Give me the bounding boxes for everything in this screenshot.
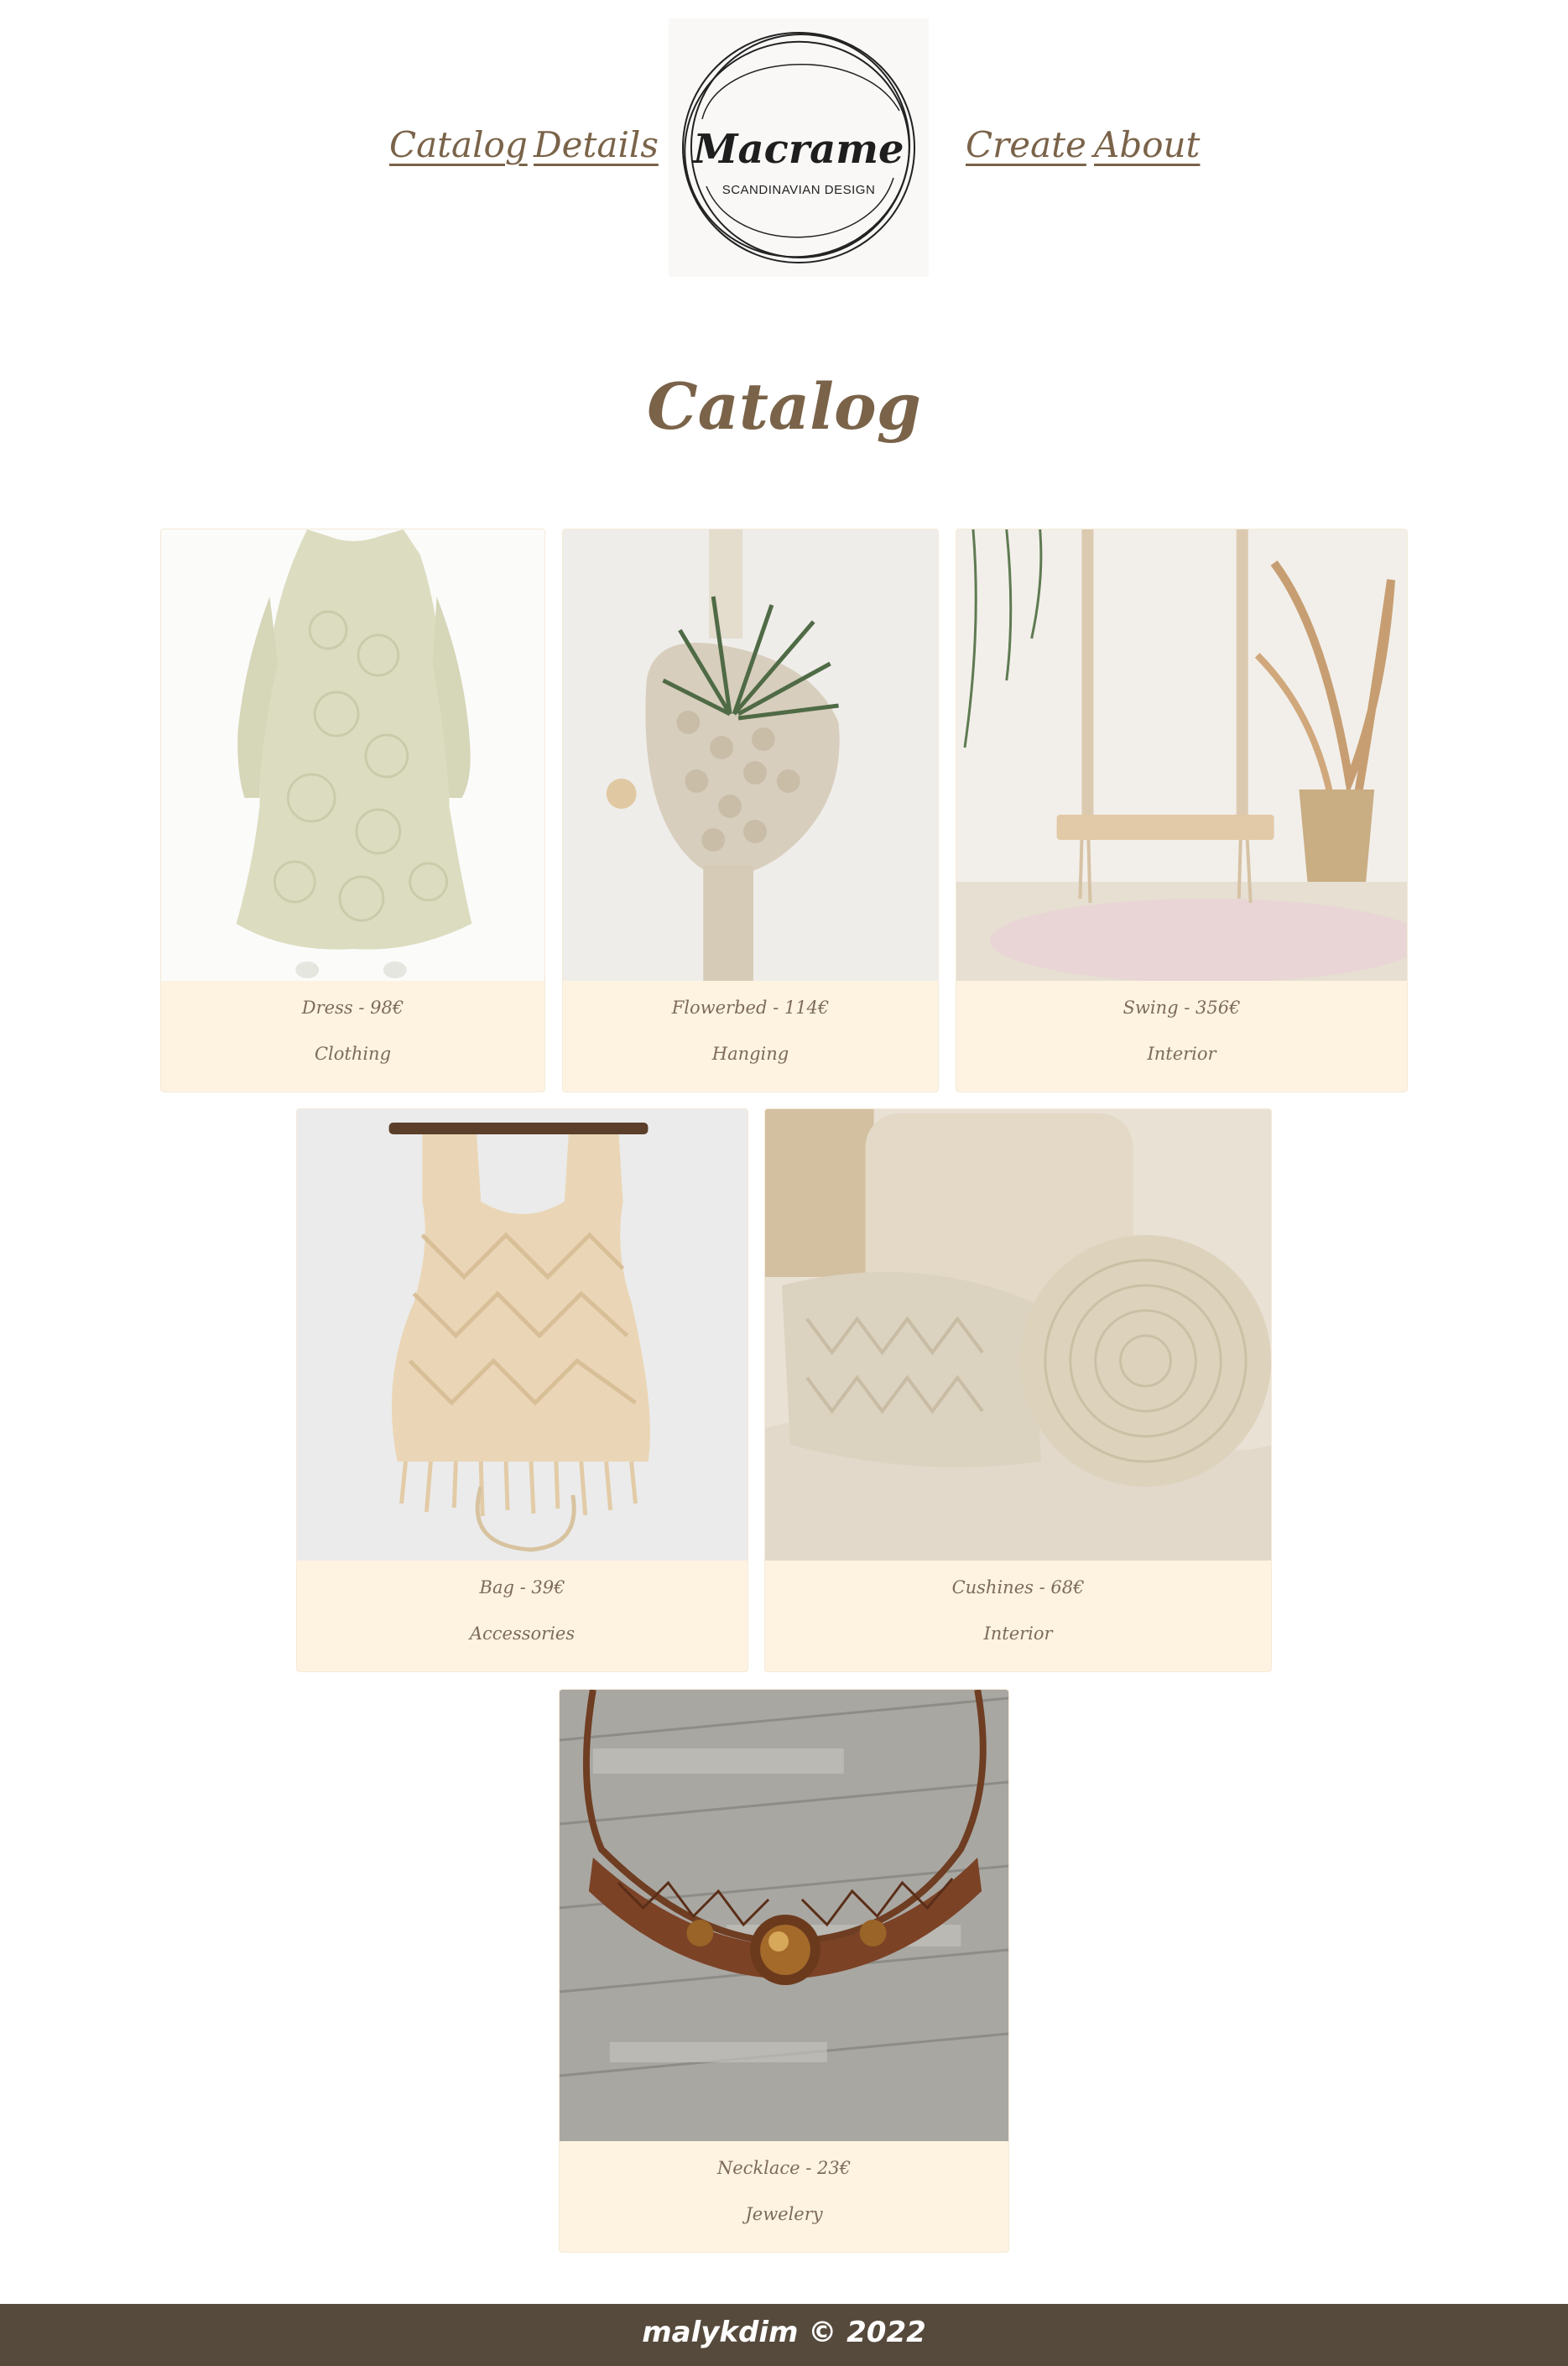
- product-category: Jewelery: [745, 2204, 823, 2224]
- product-image-swing[interactable]: [956, 529, 1407, 981]
- product-image-bag[interactable]: [297, 1109, 748, 1561]
- logo[interactable]: Macrame SCANDINAVIAN DESIGN: [669, 18, 929, 277]
- product-card-cushions[interactable]: Cushines - 68€ Interior: [764, 1108, 1272, 1672]
- product-image-cushions[interactable]: [765, 1109, 1271, 1561]
- product-image-necklace[interactable]: [560, 1690, 1008, 2141]
- nav-link-details[interactable]: Details: [534, 124, 659, 175]
- product-card-dress[interactable]: Dress - 98€ Clothing: [160, 529, 545, 1092]
- product-category: Hanging: [711, 1044, 789, 1064]
- product-category: Interior: [983, 1623, 1053, 1644]
- product-name: Flowerbed - 114€: [671, 998, 830, 1018]
- nav-link-create[interactable]: Create: [966, 124, 1086, 175]
- product-name: Swing - 356€: [1123, 998, 1241, 1018]
- nav-link-about[interactable]: About: [1094, 124, 1200, 175]
- product-category: Clothing: [314, 1044, 392, 1064]
- product-card-flowerbed[interactable]: Flowerbed - 114€ Hanging: [562, 529, 939, 1092]
- product-card-bag[interactable]: Bag - 39€ Accessories: [296, 1108, 748, 1672]
- product-name: Dress - 98€: [301, 998, 404, 1018]
- product-name: Necklace - 23€: [716, 2158, 852, 2178]
- product-image-flowerbed[interactable]: [563, 529, 938, 981]
- product-name: Bag - 39€: [479, 1577, 565, 1597]
- page-title: Catalog: [647, 369, 921, 444]
- footer: malykdim © 2022: [0, 2304, 1568, 2366]
- footer-copyright: malykdim © 2022: [642, 2316, 926, 2349]
- product-card-swing[interactable]: Swing - 356€ Interior: [956, 529, 1408, 1092]
- product-category: Interior: [1147, 1044, 1216, 1064]
- product-image-dress[interactable]: [161, 529, 544, 981]
- product-name: Cushines - 68€: [951, 1577, 1085, 1597]
- logo-title: Macrame: [693, 126, 904, 173]
- product-card-necklace[interactable]: Necklace - 23€ Jewelery: [559, 1689, 1009, 2253]
- logo-subtitle: SCANDINAVIAN DESIGN: [721, 183, 876, 197]
- product-category: Accessories: [469, 1623, 576, 1644]
- nav-link-catalog[interactable]: Catalog: [389, 124, 528, 175]
